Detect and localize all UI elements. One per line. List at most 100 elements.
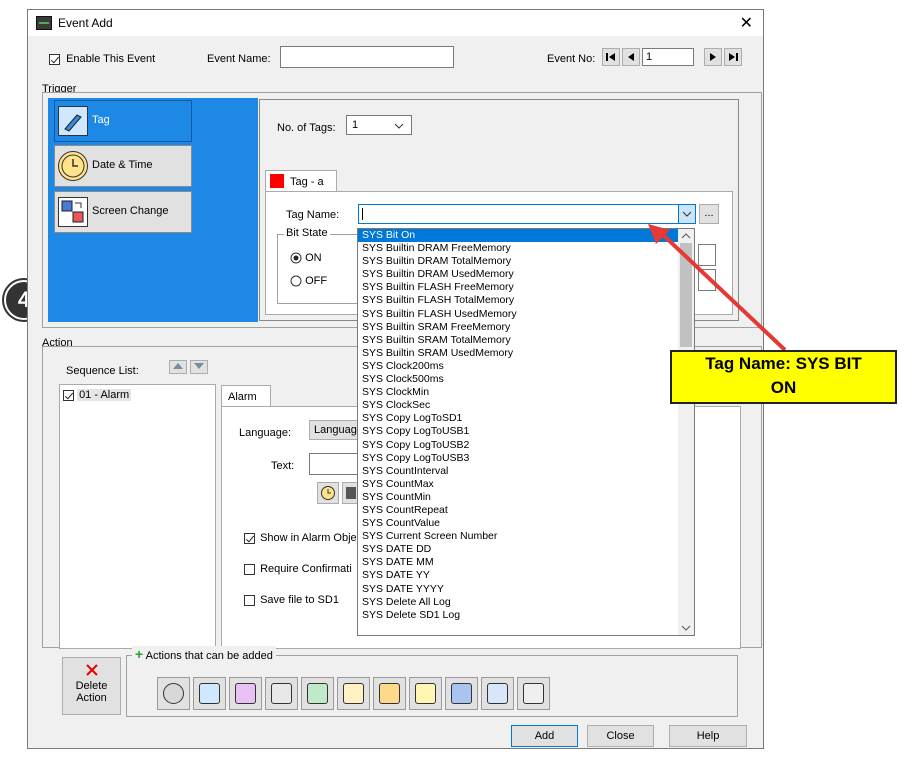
dropdown-item[interactable]: SYS Delete SD1 Log <box>358 609 694 622</box>
delete-action-button[interactable]: Delete Action <box>62 657 121 715</box>
dropdown-item[interactable]: SYS CountInterval <box>358 465 694 478</box>
close-window-button[interactable]: ✕ <box>740 13 753 33</box>
dropdown-item[interactable]: SYS Copy LogToUSB1 <box>358 425 694 438</box>
dropdown-item[interactable]: SYS Copy LogToSD1 <box>358 412 694 425</box>
require-confirmation-checkbox[interactable]: Require Confirmati <box>244 563 352 575</box>
dropdown-item[interactable]: SYS CountRepeat <box>358 504 694 517</box>
screen-change-icon <box>58 197 88 227</box>
tag-copy-icon <box>235 683 256 704</box>
dropdown-item[interactable]: SYS Current Screen Number <box>358 530 694 543</box>
prev-event-button[interactable] <box>622 48 640 66</box>
plus-icon: + <box>135 646 144 662</box>
bit-state-off-radio[interactable]: OFF <box>290 275 327 287</box>
checkbox-unchecked-icon <box>244 563 255 575</box>
show-in-alarm-checkbox[interactable]: Show in Alarm Obje <box>244 532 357 544</box>
trigger-date-time-button[interactable]: Date & Time <box>54 145 192 187</box>
add-alarm-action-button[interactable] <box>157 677 190 710</box>
arrow-down-icon <box>194 363 204 369</box>
bit-state-on-radio[interactable]: ON <box>290 252 322 264</box>
callout-line-1: Tag Name: SYS BIT <box>705 354 862 373</box>
no-of-tags-label: No. of Tags: <box>277 122 336 134</box>
first-event-button[interactable] <box>602 48 620 66</box>
alarm-icon <box>163 683 184 704</box>
move-up-button[interactable] <box>169 360 187 374</box>
dropdown-item[interactable]: SYS CountMin <box>358 491 694 504</box>
off-label: OFF <box>305 275 328 287</box>
dropdown-item[interactable]: SYS DATE YYYY <box>358 583 694 596</box>
text-cursor <box>362 208 363 220</box>
dropdown-item[interactable]: SYS CountMax <box>358 478 694 491</box>
dropdown-item[interactable]: SYS ClockSec <box>358 399 694 412</box>
dropdown-item[interactable]: SYS CountValue <box>358 517 694 530</box>
move-down-button[interactable] <box>190 360 208 374</box>
trigger-tag-button[interactable]: Tag <box>54 100 192 142</box>
radio-unselected-icon <box>290 275 302 287</box>
bit-state-label: Bit State <box>284 227 330 239</box>
show-in-alarm-label: Show in Alarm Obje <box>260 532 357 544</box>
alarm-text-input[interactable] <box>309 453 359 475</box>
add-effect-action-button[interactable] <box>409 677 442 710</box>
no-of-tags-select[interactable]: 1 <box>346 115 412 135</box>
event-no-label: Event No: <box>547 53 596 65</box>
next-icon <box>710 53 716 61</box>
clock-icon <box>58 151 88 181</box>
add-screen-capture-action-button[interactable] <box>301 677 334 710</box>
require-confirmation-label: Require Confirmati <box>260 563 352 575</box>
add-sound-action-button[interactable] <box>265 677 298 710</box>
add-window-action-button[interactable] <box>481 677 514 710</box>
dropdown-item[interactable]: SYS DATE YY <box>358 569 694 582</box>
add-screen-change-action-button[interactable] <box>445 677 478 710</box>
dropdown-item[interactable]: SYS ClockMin <box>358 386 694 399</box>
actions-can-add-label: Actions that can be added <box>145 650 273 662</box>
tab-alarm[interactable]: Alarm <box>221 385 271 407</box>
tag-color-swatch <box>270 174 284 188</box>
tag-name-dropdown-button[interactable] <box>678 205 695 223</box>
add-button[interactable]: Add <box>511 725 578 747</box>
chevron-down-icon <box>394 123 404 129</box>
save-file-sd1-checkbox[interactable]: Save file to SD1 <box>244 594 339 606</box>
sound-icon <box>271 683 292 704</box>
language-select[interactable]: Languag <box>309 420 359 440</box>
tag-name-combobox[interactable] <box>358 204 696 224</box>
calculator-icon <box>523 683 544 704</box>
text-label: Text: <box>271 460 295 472</box>
dropdown-item[interactable]: SYS Clock500ms <box>358 373 694 386</box>
screen-capture-icon <box>307 683 328 704</box>
tab-tag-a[interactable]: Tag - a <box>265 170 337 192</box>
dropdown-item[interactable]: SYS Clock200ms <box>358 360 694 373</box>
event-no-input[interactable]: 1 <box>642 48 694 66</box>
delete-x-icon <box>85 664 98 676</box>
language-label: Language: <box>239 427 291 439</box>
sequence-list: 01 - Alarm <box>59 384 216 649</box>
add-tag-write-action-button[interactable] <box>193 677 226 710</box>
arrow-up-icon <box>173 363 183 369</box>
sequence-item-01[interactable]: 01 - Alarm <box>63 389 132 401</box>
insert-time-button[interactable] <box>317 482 339 504</box>
trigger-tag-label: Tag <box>92 114 110 126</box>
dropdown-item[interactable]: SYS DATE MM <box>358 556 694 569</box>
callout-line-2: ON <box>770 378 797 397</box>
dropdown-item[interactable]: SYS Copy LogToUSB2 <box>358 439 694 452</box>
last-event-button[interactable] <box>724 48 742 66</box>
scroll-down-icon <box>681 625 691 631</box>
effect-icon <box>415 683 436 704</box>
next-event-button[interactable] <box>704 48 722 66</box>
dropdown-item[interactable]: SYS DATE DD <box>358 543 694 556</box>
dropdown-item[interactable]: SYS Delete All Log <box>358 596 694 609</box>
event-name-input[interactable] <box>280 46 454 68</box>
title-bar: Event Add ✕ <box>28 10 763 36</box>
trigger-screen-change-button[interactable]: Screen Change <box>54 191 192 233</box>
on-label: ON <box>305 252 322 264</box>
add-file-action-button[interactable] <box>373 677 406 710</box>
add-email-action-button[interactable] <box>337 677 370 710</box>
close-button[interactable]: Close <box>587 725 654 747</box>
add-calculator-action-button[interactable] <box>517 677 550 710</box>
browse-tag-button[interactable]: ... <box>699 204 719 224</box>
sequence-list-label: Sequence List: <box>66 365 139 377</box>
add-tag-copy-action-button[interactable] <box>229 677 262 710</box>
event-name-label: Event Name: <box>207 53 271 65</box>
help-button[interactable]: Help <box>669 725 747 747</box>
enable-event-checkbox[interactable]: Enable This Event <box>49 53 155 65</box>
dropdown-item[interactable]: SYS Copy LogToUSB3 <box>358 452 694 465</box>
trigger-date-time-label: Date & Time <box>92 159 153 171</box>
